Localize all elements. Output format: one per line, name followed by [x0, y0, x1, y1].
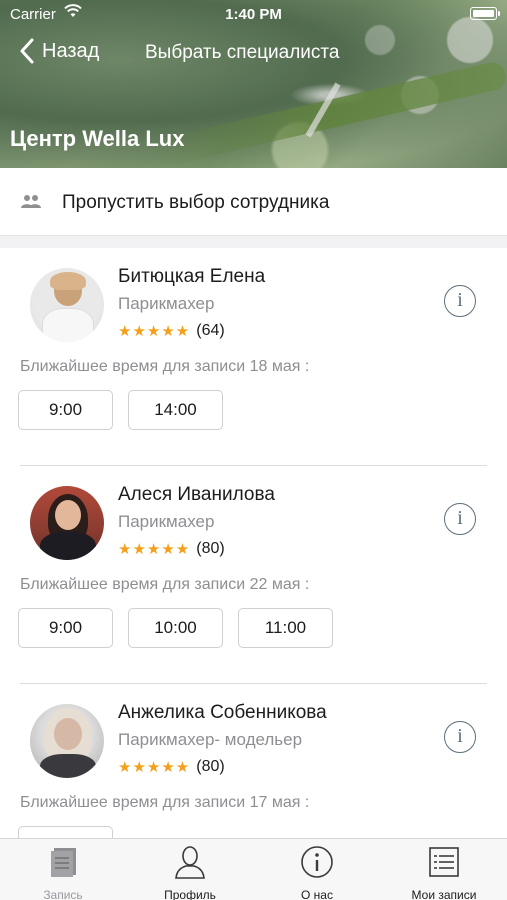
- nearest-time-label: Ближайшее время для записи 17 мая :: [20, 794, 310, 811]
- clock: 1:40 PM: [225, 6, 282, 23]
- tab-booking[interactable]: Запись: [0, 845, 126, 900]
- time-slots: 9:00 14:00: [18, 390, 223, 430]
- specialist-rating: ★★★★★ (80): [118, 540, 225, 558]
- back-button[interactable]: Назад: [18, 38, 99, 64]
- specialist-role: Парикмахер: [118, 294, 215, 313]
- time-slot-button[interactable]: 9:00: [18, 608, 113, 648]
- rating-count: (64): [196, 322, 225, 339]
- nearest-time-label: Ближайшее время для записи 22 мая :: [20, 576, 310, 593]
- center-name: Центр Wella Lux: [10, 126, 185, 151]
- info-icon[interactable]: i: [444, 503, 476, 535]
- specialist-card[interactable]: Битюцкая Елена Парикмахер ★★★★★ (64) i Б…: [0, 248, 507, 466]
- skip-employee-label: Пропустить выбор сотрудника: [62, 192, 330, 213]
- back-button-label: Назад: [42, 39, 100, 62]
- people-icon: [21, 195, 41, 208]
- avatar: [30, 268, 104, 342]
- info-icon[interactable]: i: [444, 721, 476, 753]
- specialist-role: Парикмахер: [118, 512, 215, 531]
- info-icon[interactable]: i: [444, 285, 476, 317]
- rating-count: (80): [196, 540, 225, 557]
- time-slot-button[interactable]: 11:00: [238, 608, 333, 648]
- star-rating-icon: ★★★★★: [118, 759, 191, 776]
- tab-bar: Запись Профиль О нас Мои записи: [0, 838, 507, 900]
- chevron-left-icon: [20, 38, 34, 64]
- info-icon: [301, 846, 333, 878]
- page-title: Выбрать специалиста: [145, 42, 340, 63]
- time-slot-button[interactable]: 10:00: [128, 608, 223, 648]
- tab-label: Мои записи: [411, 888, 477, 900]
- time-slot-button[interactable]: 14:00: [128, 390, 223, 430]
- specialist-name: Алеся Иванилова: [118, 484, 275, 505]
- person-icon: [175, 846, 205, 879]
- tab-label: Профиль: [164, 888, 216, 900]
- specialist-card[interactable]: Алеся Иванилова Парикмахер ★★★★★ (80) i …: [0, 466, 507, 684]
- star-rating-icon: ★★★★★: [118, 541, 191, 558]
- status-bar: Carrier 1:40 PM: [0, 0, 507, 30]
- tab-my-bookings[interactable]: Мои записи: [381, 845, 507, 900]
- time-slot-button[interactable]: 9:00: [18, 390, 113, 430]
- nearest-time-label: Ближайшее время для записи 18 мая :: [20, 358, 310, 375]
- tab-about[interactable]: О нас: [254, 845, 380, 900]
- list-icon: [429, 847, 459, 877]
- tab-profile[interactable]: Профиль: [127, 845, 253, 900]
- avatar: [30, 704, 104, 778]
- skip-employee-row[interactable]: Пропустить выбор сотрудника: [0, 168, 507, 236]
- specialist-rating: ★★★★★ (64): [118, 322, 225, 340]
- book-icon: [51, 848, 76, 877]
- header-banner: Carrier 1:40 PM Назад Выбрать специалист…: [0, 0, 507, 168]
- specialist-role: Парикмахер- модельер: [118, 730, 303, 749]
- navigation-bar: Назад Выбрать специалиста: [0, 34, 507, 70]
- star-rating-icon: ★★★★★: [118, 323, 191, 340]
- battery-icon: [470, 7, 500, 20]
- specialist-name: Анжелика Собенникова: [118, 702, 327, 723]
- time-slots: 9:00 10:00 11:00: [18, 608, 333, 648]
- rating-count: (80): [196, 758, 225, 775]
- avatar: [30, 486, 104, 560]
- tab-label: О нас: [301, 888, 333, 900]
- specialist-rating: ★★★★★ (80): [118, 758, 225, 776]
- tab-label: Запись: [43, 888, 83, 900]
- section-gap: [0, 236, 507, 248]
- specialist-name: Битюцкая Елена: [118, 266, 266, 287]
